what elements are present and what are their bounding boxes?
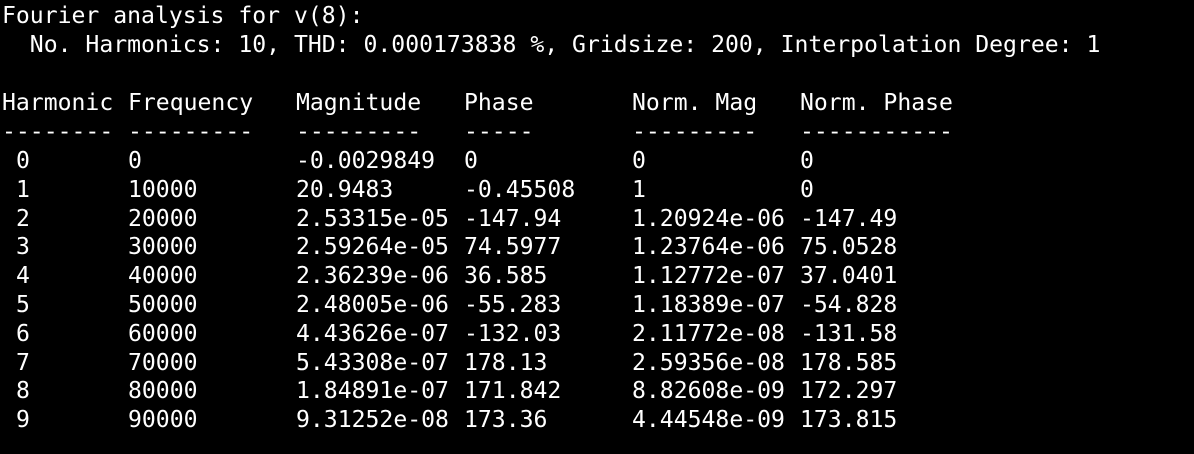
- cell-harmonic: 6: [16, 320, 30, 347]
- cell-phase: 74.5977: [464, 234, 562, 261]
- cell-norm-phase: -54.828: [800, 292, 898, 318]
- cell-norm-phase: 173.815: [800, 407, 898, 434]
- header-norm-phase: Norm. Phase: [800, 90, 953, 116]
- cell-norm-phase: 0: [800, 176, 814, 203]
- table-row: 1 10000 20.9483 -0.45508 1 0: [0, 176, 1194, 205]
- divider-norm-phase: -----------: [800, 119, 953, 145]
- header-magnitude: Magnitude: [296, 90, 422, 116]
- table-row: 0 0 -0.0029849 0 0 0: [0, 147, 1194, 176]
- table-row: 3 30000 2.59264e-05 74.5977 1.23764e-06 75.05…: [0, 233, 1194, 262]
- cell-phase: -0.45508: [464, 176, 576, 203]
- fourier-info-line: No. Harmonics: 10, THD: 0.000173838 %, G…: [2, 32, 1101, 58]
- cell-norm-phase: 75.0528: [800, 234, 898, 261]
- cell-magnitude: 9.31252e-08: [296, 407, 449, 434]
- cell-norm-phase: 37.0401: [800, 263, 898, 290]
- header-norm-mag: Norm. Mag: [632, 90, 758, 116]
- cell-frequency: 60000: [128, 320, 198, 347]
- cell-phase: 173.36: [464, 407, 548, 434]
- cell-phase: 0: [464, 148, 478, 174]
- cell-norm-phase: -147.49: [800, 205, 898, 232]
- cell-magnitude: 5.43308e-07: [296, 349, 449, 376]
- cell-phase: -147.94: [464, 205, 562, 232]
- cell-harmonic: 4: [16, 263, 30, 290]
- cell-frequency: 10000: [128, 176, 198, 203]
- cell-phase: 171.842: [464, 378, 562, 405]
- cell-norm-phase: 0: [800, 148, 814, 174]
- cell-phase: 36.585: [464, 263, 548, 290]
- cell-norm-mag: 1.18389e-07: [632, 292, 785, 318]
- table-row: 5 50000 2.48005e-06 -55.283 1.18389e-07 -54.8…: [0, 291, 1194, 320]
- cell-frequency: 30000: [128, 234, 198, 261]
- cell-frequency: 40000: [128, 263, 198, 290]
- table-header-row: Harmonic Frequency Magnitude Phase Norm.…: [0, 89, 1194, 118]
- cell-magnitude: 4.43626e-07: [296, 320, 449, 347]
- cell-harmonic: 3: [16, 234, 30, 261]
- cell-norm-mag: 2.11772e-08: [632, 320, 785, 347]
- cell-norm-mag: 0: [632, 148, 646, 174]
- cell-harmonic: 0: [16, 148, 30, 174]
- cell-frequency: 90000: [128, 407, 198, 434]
- table-row: 9 90000 9.31252e-08 173.36 4.44548e-09 173.81…: [0, 406, 1194, 435]
- cell-norm-phase: -131.58: [800, 320, 898, 347]
- cell-norm-mag: 8.82608e-09: [632, 378, 785, 405]
- terminal-window[interactable]: Fourier analysis for v(8): No. Harmonics…: [0, 0, 1194, 454]
- cell-magnitude: 2.48005e-06: [296, 292, 449, 318]
- cell-norm-mag: 1: [632, 176, 646, 203]
- cell-harmonic: 8: [16, 378, 30, 405]
- table-row: 6 60000 4.43626e-07 -132.03 2.11772e-08 -131.…: [0, 320, 1194, 349]
- divider-harmonic: --------: [2, 119, 114, 145]
- divider-frequency: ---------: [128, 119, 254, 145]
- cell-norm-phase: 178.585: [800, 349, 898, 376]
- cell-harmonic: 2: [16, 205, 30, 232]
- cell-magnitude: 20.9483: [296, 176, 394, 203]
- table-row: 4 40000 2.36239e-06 36.585 1.12772e-07 37.040…: [0, 262, 1194, 291]
- table-header-divider: -------- --------- --------- ----- -----…: [0, 118, 1194, 147]
- cell-phase: -55.283: [464, 292, 562, 318]
- cell-magnitude: 1.84891e-07: [296, 378, 449, 405]
- divider-phase: -----: [464, 119, 534, 145]
- cell-magnitude: -0.0029849: [296, 148, 436, 174]
- cell-frequency: 0: [128, 148, 142, 174]
- header-frequency: Frequency: [128, 90, 254, 116]
- cell-frequency: 20000: [128, 205, 198, 232]
- cell-phase: 178.13: [464, 349, 548, 376]
- table-row: 8 80000 1.84891e-07 171.842 8.82608e-09 172.2…: [0, 377, 1194, 406]
- cell-phase: -132.03: [464, 320, 562, 347]
- table-row: 2 20000 2.53315e-05 -147.94 1.20924e-06 -147.…: [0, 205, 1194, 234]
- header-phase: Phase: [464, 90, 534, 116]
- divider-norm-mag: ---------: [632, 119, 758, 145]
- cell-frequency: 50000: [128, 292, 198, 318]
- cell-harmonic: 9: [16, 407, 30, 434]
- cell-magnitude: 2.53315e-05: [296, 205, 449, 232]
- cell-magnitude: 2.59264e-05: [296, 234, 449, 261]
- header-harmonic: Harmonic: [2, 90, 114, 116]
- cell-norm-mag: 4.44548e-09: [632, 407, 785, 434]
- cell-norm-mag: 1.12772e-07: [632, 263, 785, 290]
- cell-norm-phase: 172.297: [800, 378, 898, 405]
- table-row: 7 70000 5.43308e-07 178.13 2.59356e-08 178.58…: [0, 349, 1194, 378]
- cell-frequency: 80000: [128, 378, 198, 405]
- cell-norm-mag: 1.23764e-06: [632, 234, 785, 261]
- cell-harmonic: 7: [16, 349, 30, 376]
- cell-harmonic: 5: [16, 292, 30, 318]
- divider-magnitude: ---------: [296, 119, 422, 145]
- cell-harmonic: 1: [16, 176, 30, 203]
- cell-magnitude: 2.36239e-06: [296, 263, 449, 290]
- cell-frequency: 70000: [128, 349, 198, 376]
- cell-norm-mag: 2.59356e-08: [632, 349, 785, 376]
- fourier-title-line: Fourier analysis for v(8):: [2, 3, 364, 29]
- cell-norm-mag: 1.20924e-06: [632, 205, 785, 232]
